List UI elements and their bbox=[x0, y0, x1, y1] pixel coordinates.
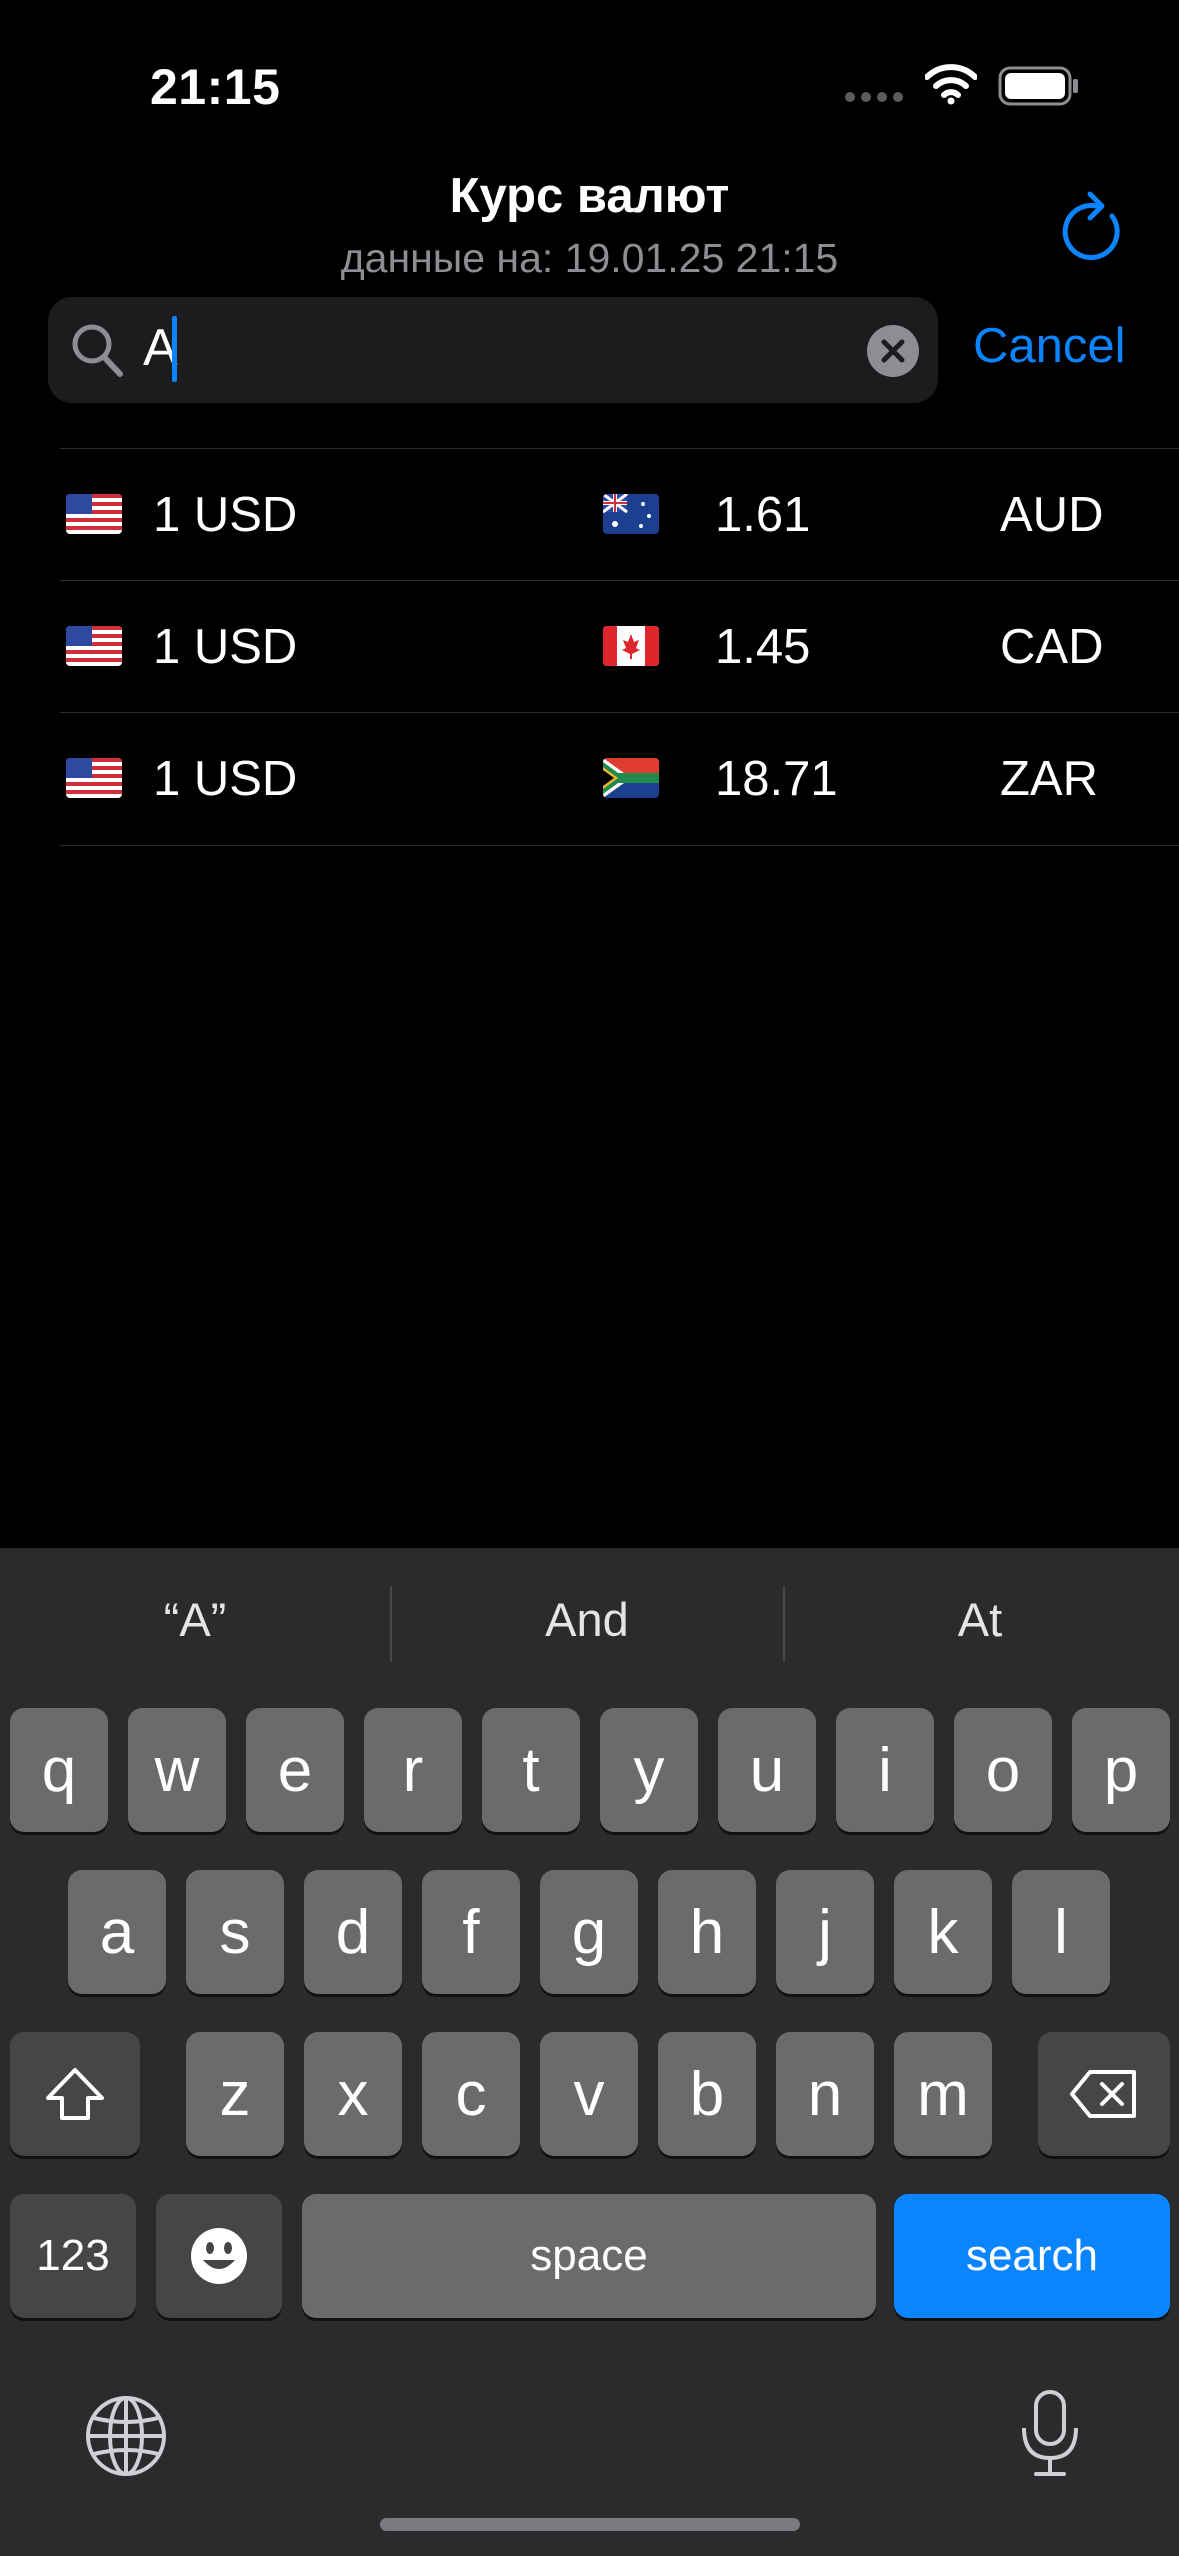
base-amount: 1 USD bbox=[153, 620, 298, 674]
key-j[interactable]: j bbox=[776, 1870, 874, 1994]
shift-key[interactable] bbox=[10, 2032, 140, 2156]
home-indicator[interactable] bbox=[380, 2518, 800, 2531]
cancel-button[interactable]: Cancel bbox=[973, 318, 1126, 374]
clear-search-button[interactable] bbox=[867, 325, 919, 377]
data-timestamp: данные на: 19.01.25 21:15 bbox=[340, 235, 839, 281]
au-flag-icon bbox=[603, 494, 659, 534]
key-i[interactable]: i bbox=[836, 1708, 934, 1832]
close-icon bbox=[881, 339, 905, 363]
key-r[interactable]: r bbox=[364, 1708, 462, 1832]
key-g[interactable]: g bbox=[540, 1870, 638, 1994]
base-amount: 1 USD bbox=[153, 488, 298, 542]
globe-icon[interactable] bbox=[84, 2394, 168, 2483]
text-cursor bbox=[172, 316, 177, 382]
key-e[interactable]: e bbox=[246, 1708, 344, 1832]
wifi-icon bbox=[924, 63, 978, 110]
suggestion-1[interactable]: “A” bbox=[0, 1592, 390, 1647]
base-amount: 1 USD bbox=[153, 752, 298, 806]
us-flag-icon bbox=[66, 494, 122, 534]
currency-code: AUD bbox=[1000, 488, 1104, 542]
key-u[interactable]: u bbox=[718, 1708, 816, 1832]
key-z[interactable]: z bbox=[186, 2032, 284, 2156]
status-time: 21:15 bbox=[150, 59, 281, 115]
microphone-icon[interactable] bbox=[1018, 2388, 1082, 2485]
space-key[interactable]: space bbox=[302, 2194, 876, 2318]
key-m[interactable]: m bbox=[894, 2032, 992, 2156]
cellular-signal-icon bbox=[845, 92, 905, 102]
backspace-icon bbox=[1070, 2070, 1136, 2118]
delete-key[interactable] bbox=[1038, 2032, 1170, 2156]
exchange-rate: 1.61 bbox=[715, 488, 811, 542]
page-title: Курс валют bbox=[449, 169, 730, 223]
search-key[interactable]: search bbox=[894, 2194, 1170, 2318]
refresh-button[interactable] bbox=[1060, 190, 1130, 264]
key-x[interactable]: x bbox=[304, 2032, 402, 2156]
key-o[interactable]: o bbox=[954, 1708, 1052, 1832]
key-l[interactable]: l bbox=[1012, 1870, 1110, 1994]
suggestion-2[interactable]: And bbox=[392, 1592, 782, 1647]
key-t[interactable]: t bbox=[482, 1708, 580, 1832]
key-c[interactable]: c bbox=[422, 2032, 520, 2156]
key-y[interactable]: y bbox=[600, 1708, 698, 1832]
us-flag-icon bbox=[66, 626, 122, 666]
key-q[interactable]: q bbox=[10, 1708, 108, 1832]
rate-row[interactable]: 1 USD 18.71 ZAR bbox=[60, 712, 1179, 846]
rate-row[interactable]: 1 USD 1.61 AUD bbox=[60, 448, 1179, 581]
key-s[interactable]: s bbox=[186, 1870, 284, 1994]
currency-code: CAD bbox=[1000, 620, 1104, 674]
currency-code: ZAR bbox=[1000, 752, 1098, 806]
refresh-icon bbox=[1062, 191, 1120, 260]
key-w[interactable]: w bbox=[128, 1708, 226, 1832]
battery-icon bbox=[998, 66, 1078, 106]
us-flag-icon bbox=[66, 758, 122, 798]
emoji-icon bbox=[191, 2228, 247, 2284]
key-h[interactable]: h bbox=[658, 1870, 756, 1994]
key-f[interactable]: f bbox=[422, 1870, 520, 1994]
key-p[interactable]: p bbox=[1072, 1708, 1170, 1832]
exchange-rate: 18.71 bbox=[715, 752, 838, 806]
search-icon bbox=[70, 322, 124, 383]
search-field[interactable] bbox=[48, 297, 938, 403]
key-b[interactable]: b bbox=[658, 2032, 756, 2156]
za-flag-icon bbox=[603, 758, 659, 798]
key-k[interactable]: k bbox=[894, 1870, 992, 1994]
key-a[interactable]: a bbox=[68, 1870, 166, 1994]
numbers-key[interactable]: 123 bbox=[10, 2194, 136, 2318]
exchange-rate: 1.45 bbox=[715, 620, 811, 674]
key-d[interactable]: d bbox=[304, 1870, 402, 1994]
ca-flag-icon bbox=[603, 626, 659, 666]
shift-icon bbox=[46, 2068, 104, 2120]
key-n[interactable]: n bbox=[776, 2032, 874, 2156]
emoji-key[interactable] bbox=[156, 2194, 282, 2318]
suggestion-3[interactable]: At bbox=[785, 1592, 1175, 1647]
rate-row[interactable]: 1 USD 1.45 CAD bbox=[60, 580, 1179, 713]
key-v[interactable]: v bbox=[540, 2032, 638, 2156]
